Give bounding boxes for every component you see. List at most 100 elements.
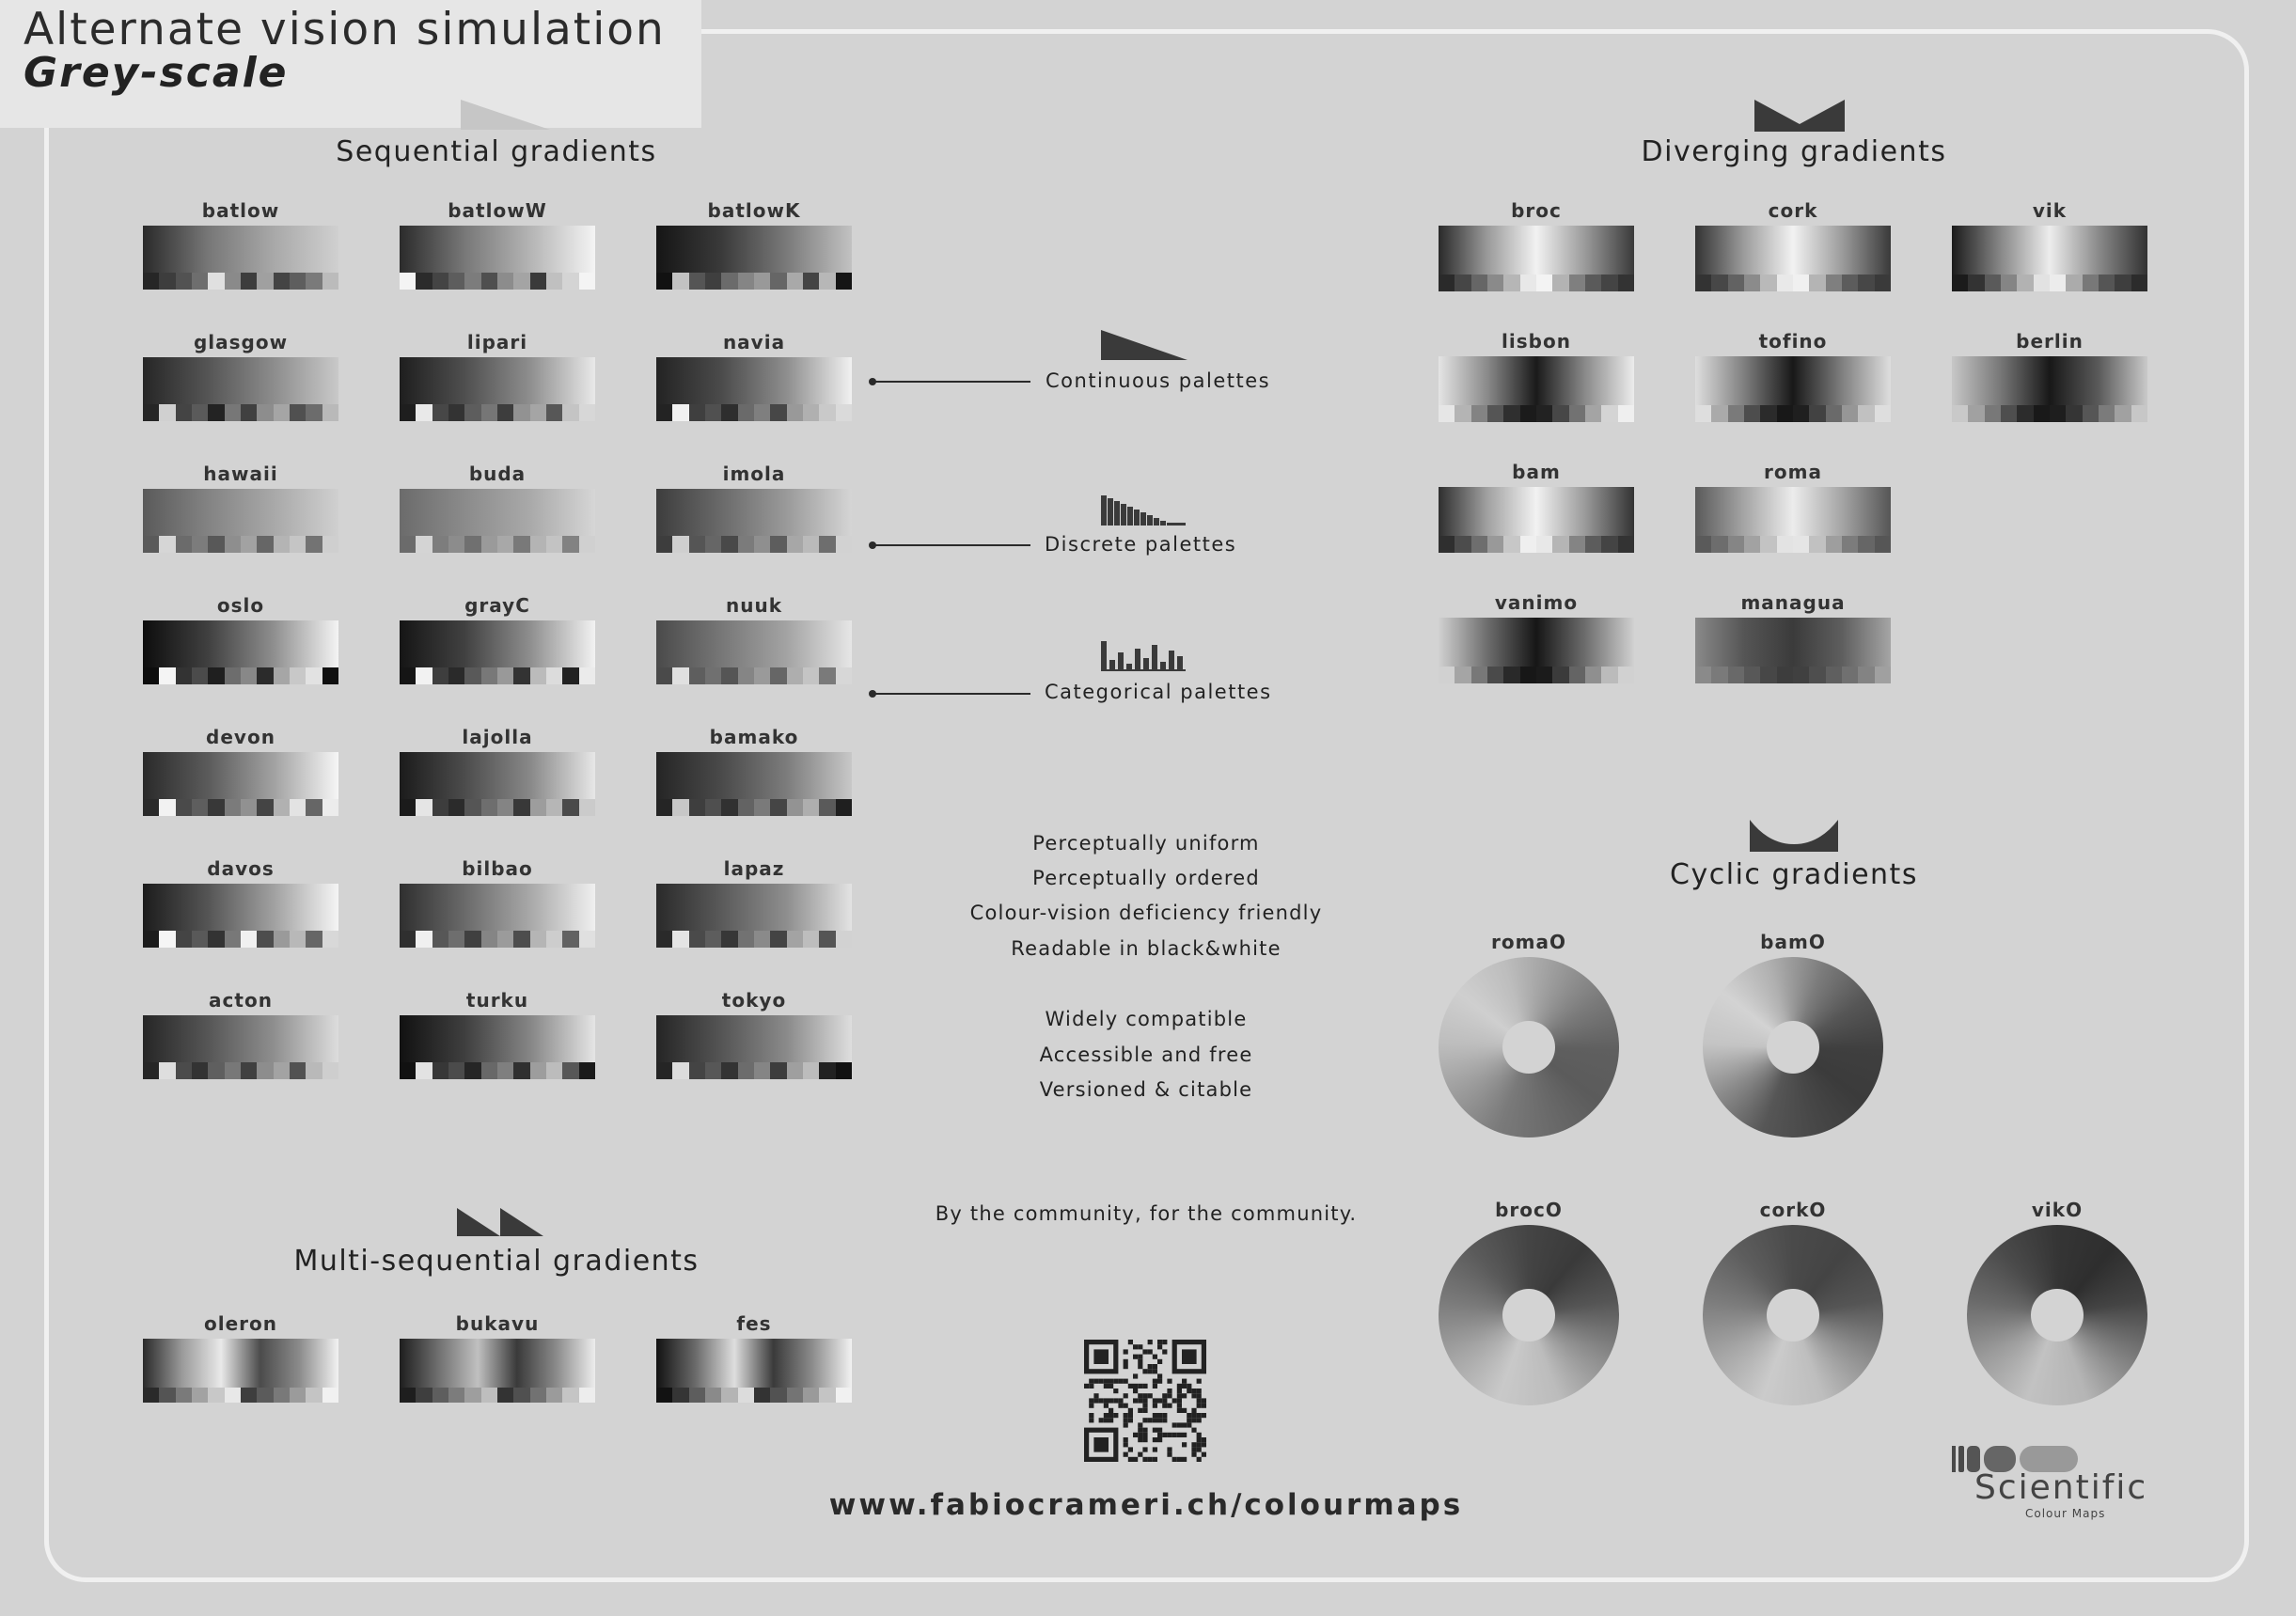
step-cell: [322, 931, 338, 948]
website-url[interactable]: www.fabiocrameri.ch/colourmaps: [829, 1488, 1463, 1522]
step-cell: [1519, 536, 1536, 553]
colormap-swatch-tokyo: [656, 1015, 852, 1079]
qr-code-icon[interactable]: [1084, 1340, 1206, 1462]
step-cell: [721, 1388, 738, 1403]
step-cell: [159, 1388, 176, 1403]
step-cell: [480, 536, 497, 553]
step-cell: [545, 931, 563, 948]
discrete-steps: [400, 931, 595, 948]
step-cell: [224, 1388, 241, 1403]
step-cell: [1455, 667, 1471, 683]
colormap-label: batlowK: [707, 199, 801, 222]
colormap-label: hawaii: [203, 463, 278, 485]
continuous-gradient: [400, 357, 595, 404]
colormap-swatch-glasgow: [143, 357, 338, 421]
step-cell: [1617, 536, 1634, 553]
step-cell: [819, 404, 836, 421]
title-line2: Grey-scale: [24, 49, 289, 97]
step-cell: [1503, 275, 1520, 291]
continuous-gradient: [143, 489, 338, 536]
step-cell: [273, 536, 290, 553]
discrete-steps: [400, 667, 595, 684]
step-cell: [562, 1062, 579, 1079]
step-cell: [496, 273, 514, 290]
step-cell: [306, 536, 322, 553]
double-ramp-icon: [457, 1208, 543, 1236]
continuous-gradient: [1695, 356, 1891, 405]
cyclic-label: brocO: [1495, 1199, 1563, 1221]
step-cell: [1743, 275, 1761, 291]
step-cell: [448, 667, 465, 684]
discrete-steps: [143, 1388, 338, 1403]
step-cell: [786, 799, 803, 816]
step-cell: [1727, 536, 1744, 553]
step-cell: [257, 536, 274, 553]
step-cell: [306, 1062, 322, 1079]
step-cell: [529, 273, 546, 290]
step-cell: [753, 1062, 771, 1079]
colormap-swatch-grayC: [400, 620, 595, 684]
step-cell: [1695, 405, 1712, 422]
step-cell: [753, 1388, 771, 1403]
step-cell: [1455, 536, 1471, 553]
step-cell: [545, 404, 563, 421]
colormap-swatch-berlin: [1952, 356, 2147, 422]
continuous-gradient: [1695, 226, 1891, 275]
step-cell: [175, 404, 192, 421]
step-cell: [1470, 275, 1487, 291]
step-cell: [770, 799, 787, 816]
colormap-swatch-navia: [656, 357, 852, 421]
step-cell: [1858, 275, 1875, 291]
discrete-steps: [143, 667, 338, 684]
step-cell: [1858, 405, 1875, 422]
step-cell: [1760, 667, 1777, 683]
step-cell: [432, 536, 448, 553]
step-cell: [273, 799, 290, 816]
wheel-hole: [1767, 1289, 1819, 1341]
step-cell: [1984, 275, 2001, 291]
colormap-label: oleron: [203, 1312, 278, 1335]
step-cell: [480, 404, 497, 421]
step-cell: [1825, 405, 1842, 422]
step-cell: [448, 799, 465, 816]
colormap-label: tofino: [1758, 330, 1828, 353]
step-cell: [1568, 405, 1585, 422]
discrete-steps: [143, 273, 338, 290]
step-cell: [1470, 405, 1487, 422]
step-cell: [802, 536, 820, 553]
step-cell: [578, 404, 595, 421]
continuous-gradient: [143, 620, 338, 667]
discrete-steps: [1695, 536, 1891, 553]
step-cell: [1858, 667, 1875, 683]
step-cell: [1743, 667, 1761, 683]
step-cell: [191, 536, 209, 553]
step-cell: [273, 273, 290, 290]
step-cell: [240, 799, 258, 816]
step-cell: [562, 404, 579, 421]
step-cell: [1519, 275, 1536, 291]
step-cell: [306, 1388, 322, 1403]
step-cell: [240, 1388, 258, 1403]
step-cell: [1776, 536, 1793, 553]
step-cell: [1503, 405, 1520, 422]
step-cell: [1568, 667, 1585, 683]
step-cell: [802, 1062, 820, 1079]
colormap-swatch-imola: [656, 489, 852, 553]
step-cell: [737, 931, 754, 948]
step-cell: [1727, 275, 1744, 291]
step-cell: [224, 1062, 241, 1079]
step-cell: [513, 1062, 530, 1079]
step-cell: [257, 1062, 274, 1079]
step-cell: [240, 273, 258, 290]
discrete-steps: [1695, 275, 1891, 291]
wheel-hole: [2031, 1289, 2084, 1341]
step-cell: [529, 931, 546, 948]
step-cell: [2115, 405, 2131, 422]
step-cell: [400, 667, 417, 684]
colormap-swatch-oleron: [143, 1339, 338, 1403]
step-cell: [578, 799, 595, 816]
step-cell: [688, 667, 705, 684]
step-cell: [159, 536, 176, 553]
step-cell: [529, 799, 546, 816]
step-cell: [208, 1062, 225, 1079]
